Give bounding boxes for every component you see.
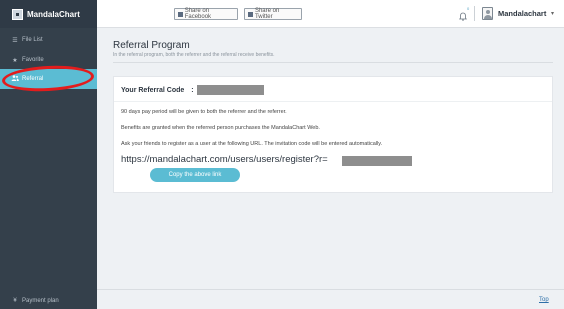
list-icon: ☰ <box>12 37 18 44</box>
sidebar-item-label: Payment plan <box>22 298 59 304</box>
share-twitter-label: Share on Twitter <box>254 8 280 20</box>
divider <box>113 62 553 63</box>
top-bar: MandalaChart Share on Facebook Share on … <box>0 0 564 28</box>
sidebar-item-label: Favorite <box>22 57 44 63</box>
referral-code-redacted <box>197 85 264 95</box>
brand[interactable]: MandalaChart <box>0 0 97 28</box>
notification-count: 0 <box>467 6 470 11</box>
divider <box>114 101 552 102</box>
brand-name: MandalaChart <box>27 9 80 19</box>
invite-instructions: Ask your friends to register as a user a… <box>121 141 383 147</box>
share-twitter-button[interactable]: Share on Twitter <box>244 8 302 20</box>
avatar[interactable] <box>482 7 493 20</box>
share-facebook-button[interactable]: Share on Facebook <box>174 8 238 20</box>
yen-icon: ¥ <box>13 298 17 304</box>
sidebar-item-label: File List <box>22 37 43 43</box>
facebook-icon <box>178 11 183 17</box>
copy-link-button[interactable]: Copy the above link <box>150 168 240 182</box>
mandala-logo-icon <box>12 8 23 20</box>
notification-bell-icon[interactable] <box>459 8 467 21</box>
chevron-down-icon[interactable]: ▾ <box>551 10 554 17</box>
star-icon: ★ <box>12 57 18 64</box>
twitter-icon <box>248 11 253 17</box>
username[interactable]: Mandalachart <box>498 9 546 18</box>
header-divider <box>474 6 475 21</box>
referral-url-redacted <box>342 156 412 166</box>
benefit-text-purchase: Benefits are granted when the referred p… <box>121 125 320 131</box>
sidebar-item-file-list[interactable]: ☰ File List <box>0 30 97 50</box>
page-title: Referral Program <box>113 40 190 51</box>
sidebar-item-payment-plan[interactable]: ¥ Payment plan <box>0 294 97 308</box>
back-to-top-link[interactable]: Top <box>539 297 549 303</box>
page-subtitle: In the referral program, both the referr… <box>113 52 275 58</box>
referral-url[interactable]: https://mandalachart.com/users/users/reg… <box>121 154 328 165</box>
referral-code-label: Your Referral Code : <box>121 87 194 94</box>
benefit-text-period: 90 days pay period will be given to both… <box>121 109 287 115</box>
footer-divider <box>97 289 564 290</box>
share-facebook-label: Share on Facebook <box>184 8 212 20</box>
referral-card: Your Referral Code : 90 days pay period … <box>113 76 553 193</box>
